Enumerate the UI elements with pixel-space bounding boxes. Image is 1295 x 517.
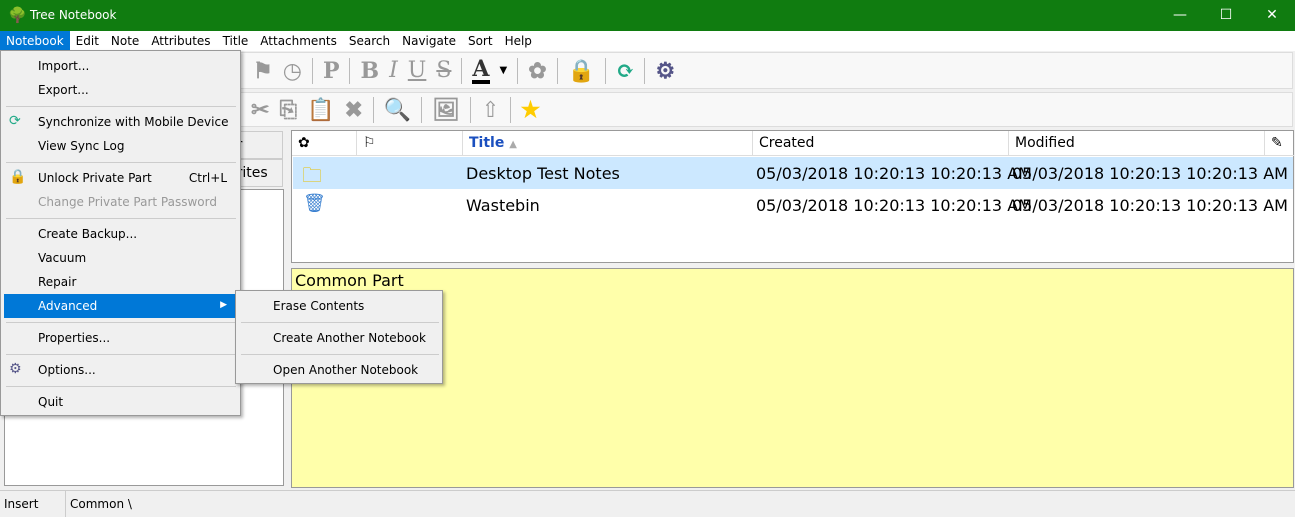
bold-button[interactable]: B xyxy=(360,58,379,84)
status-mode: Insert xyxy=(4,497,39,511)
lock-icon[interactable]: 🔒 xyxy=(568,58,595,84)
menu-item-backup[interactable]: Create Backup... xyxy=(4,222,237,246)
font-color-button[interactable]: A xyxy=(472,58,490,84)
menu-sort[interactable]: Sort xyxy=(462,31,499,51)
column-created[interactable]: Created xyxy=(753,131,1009,156)
menu-item-sync[interactable]: ⟳ Synchronize with Mobile Device xyxy=(4,110,237,134)
status-bar: Insert Common \ xyxy=(0,490,1295,517)
minimize-button[interactable]: — xyxy=(1157,0,1203,31)
label: Options... xyxy=(38,363,96,377)
menu-note[interactable]: Note xyxy=(105,31,145,51)
column-title[interactable]: Title ▲ xyxy=(463,131,753,156)
row-title: Wastebin xyxy=(466,196,540,215)
menu-item-export[interactable]: Export... xyxy=(4,78,237,102)
delete-icon[interactable]: ✖ xyxy=(344,97,362,123)
maximize-button[interactable]: ☐ xyxy=(1203,0,1249,31)
column-title-label: Title xyxy=(469,135,505,151)
row-created: 05/03/2018 10:20:13 10:20:13 AM xyxy=(756,196,1032,215)
italic-button[interactable]: I xyxy=(389,58,398,83)
title-bar: 🌳 Tree Notebook — ☐ ✕ xyxy=(0,0,1295,31)
menu-item-quit[interactable]: Quit xyxy=(4,390,237,414)
up-arrow-icon[interactable]: ⇧ xyxy=(481,97,499,123)
row-title: Desktop Test Notes xyxy=(466,164,620,183)
column-attribute-icon[interactable]: ✿ xyxy=(292,131,357,156)
menu-item-change-password: Change Private Part Password xyxy=(38,195,217,209)
menu-item-advanced[interactable]: Advanced ▶ xyxy=(4,294,237,318)
sync-icon[interactable]: ⟳ xyxy=(616,58,634,84)
note-text: Common Part xyxy=(295,271,404,290)
paste-icon[interactable]: 📋 xyxy=(307,97,334,123)
menu-item-vacuum[interactable]: Vacuum xyxy=(4,246,237,270)
flag-icon[interactable]: ⚑ xyxy=(253,58,273,84)
menu-item-create-notebook[interactable]: Create Another Notebook xyxy=(239,326,439,350)
window-title: Tree Notebook xyxy=(30,8,117,22)
dropdown-arrow-icon[interactable]: ▼ xyxy=(500,65,508,76)
menu-bar: Notebook Edit Note Attributes Title Atta… xyxy=(0,31,1295,51)
column-modified[interactable]: Modified xyxy=(1009,131,1265,156)
notes-list: ✿ ⚐ Title ▲ Created Modified ✎ 🗀 Desktop… xyxy=(291,130,1294,263)
menu-title[interactable]: Title xyxy=(217,31,255,51)
gear-icon[interactable]: ⚙ xyxy=(655,58,675,84)
label: Advanced xyxy=(38,299,98,313)
menu-navigate[interactable]: Navigate xyxy=(396,31,462,51)
label: Unlock Private Part xyxy=(38,171,152,185)
status-divider xyxy=(65,491,66,517)
gear-icon: ⚙ xyxy=(9,361,22,377)
list-row[interactable]: 🗀 Desktop Test Notes 05/03/2018 10:20:13… xyxy=(293,157,1293,189)
menu-item-open-notebook[interactable]: Open Another Notebook xyxy=(239,358,439,382)
format-toolbar: ⚑ ◷ P B I U S A ▼ ✿ 🔒 ⟳ ⚙ xyxy=(240,52,1293,89)
column-flag-icon[interactable]: ⚐ xyxy=(357,131,463,156)
label: Synchronize with Mobile Device xyxy=(38,115,229,129)
menu-edit[interactable]: Edit xyxy=(70,31,105,51)
menu-attributes[interactable]: Attributes xyxy=(145,31,216,51)
search-icon[interactable]: 🔍 xyxy=(384,97,411,123)
wastebin-icon: 🗑 xyxy=(303,193,326,214)
menu-item-import[interactable]: Import... xyxy=(4,54,237,78)
edit-toolbar: ✂ ⎘ 📋 ✖ 🔍 🖼 ⇧ ★ xyxy=(240,92,1293,127)
row-modified: 05/03/2018 10:20:13 10:20:13 AM xyxy=(1012,196,1288,215)
sync-icon: ⟳ xyxy=(9,113,21,129)
shortcut: Ctrl+L xyxy=(188,171,227,185)
row-modified: 05/03/2018 10:20:13 10:20:13 AM xyxy=(1012,164,1288,183)
menu-item-unlock[interactable]: 🔒 Unlock Private Part Ctrl+L xyxy=(4,166,237,190)
menu-help[interactable]: Help xyxy=(499,31,538,51)
cut-icon[interactable]: ✂ xyxy=(251,97,269,123)
notebook-menu: Import... Export... ⟳ Synchronize with Mo… xyxy=(0,50,241,416)
list-row[interactable]: 🗑 Wastebin 05/03/2018 10:20:13 10:20:13 … xyxy=(293,189,1293,221)
paragraph-button[interactable]: P xyxy=(323,58,340,84)
menu-item-erase-contents[interactable]: Erase Contents xyxy=(239,294,439,318)
sort-ascending-icon: ▲ xyxy=(509,139,517,150)
app-tree-icon: 🌳 xyxy=(8,6,27,24)
menu-attachments[interactable]: Attachments xyxy=(254,31,343,51)
menu-item-repair[interactable]: Repair xyxy=(4,270,237,294)
star-icon[interactable]: ★ xyxy=(521,97,541,123)
clock-icon[interactable]: ◷ xyxy=(283,58,302,84)
menu-notebook[interactable]: Notebook xyxy=(0,31,70,51)
strikethrough-button[interactable]: S xyxy=(436,58,451,83)
row-created: 05/03/2018 10:20:13 10:20:13 AM xyxy=(756,164,1032,183)
status-path: Common \ xyxy=(70,497,132,511)
copy-icon[interactable]: ⎘ xyxy=(279,97,297,123)
menu-search[interactable]: Search xyxy=(343,31,396,51)
advanced-submenu: Erase Contents Create Another Notebook O… xyxy=(235,290,443,384)
underline-button[interactable]: U xyxy=(408,58,427,83)
menu-item-sync-log[interactable]: View Sync Log xyxy=(4,134,237,158)
flower-icon[interactable]: ✿ xyxy=(528,58,546,84)
column-attachment-icon[interactable]: ✎ xyxy=(1265,131,1294,156)
image-icon[interactable]: 🖼 xyxy=(432,97,460,123)
menu-item-properties[interactable]: Properties... xyxy=(4,326,237,350)
lock-icon: 🔒 xyxy=(9,169,27,185)
menu-item-options[interactable]: ⚙ Options... xyxy=(4,358,237,382)
close-button[interactable]: ✕ xyxy=(1249,0,1295,31)
submenu-arrow-icon: ▶ xyxy=(220,300,227,310)
